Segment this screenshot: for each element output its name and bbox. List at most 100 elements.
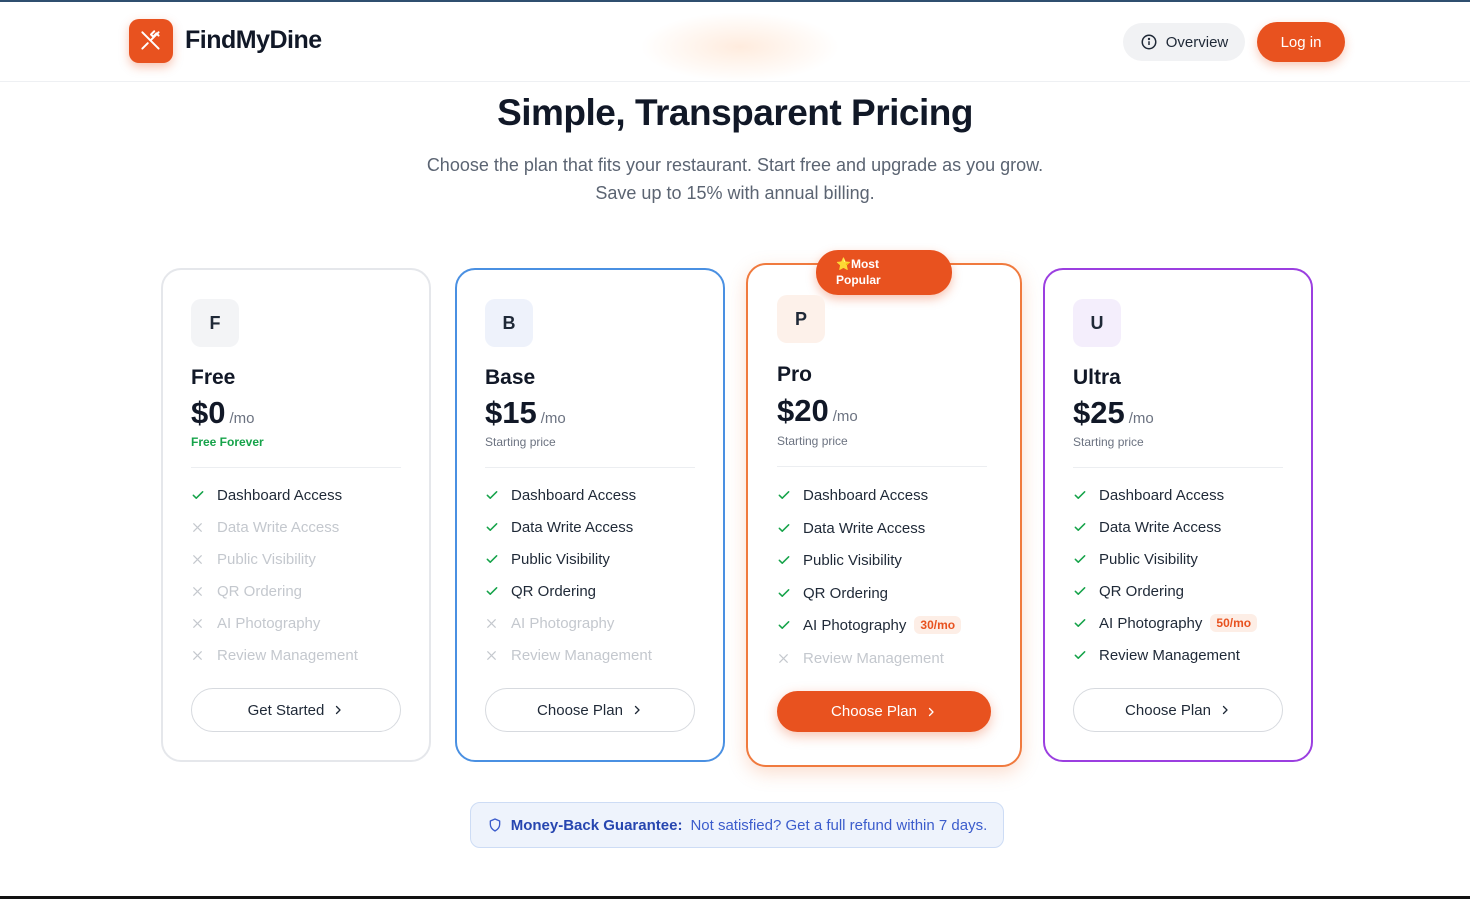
x-icon [485,617,511,630]
check-icon [777,553,803,567]
page-title: Simple, Transparent Pricing [497,92,973,133]
feature-item: QR Ordering [1073,581,1184,601]
choose-plan-button-base[interactable]: Choose Plan [485,688,695,732]
check-icon [777,488,803,502]
price-period: /mo [540,410,566,427]
price-value: $25 [1073,395,1125,430]
chevron-right-icon [1219,704,1231,716]
feature-item: QR Ordering [777,583,888,603]
brand-name[interactable]: FindMyDine [185,26,322,55]
x-icon [191,585,217,598]
feature-item: AI Photography 30/mo [777,615,962,635]
plan-name: Pro [777,363,813,386]
feature-label: Data Write Access [1099,518,1222,536]
subtitle-line-1: Choose the plan that fits your restauran… [426,155,1044,175]
price-value: $20 [777,393,829,428]
check-icon [1073,520,1099,534]
feature-item: Dashboard Access [1073,485,1224,505]
x-icon [191,617,217,630]
feature-label: Data Write Access [217,518,340,536]
check-icon [777,521,803,535]
choose-plan-button-pro[interactable]: Choose Plan [777,691,991,732]
check-icon [485,584,511,598]
page-subtitle: Choose the plan that fits your restauran… [0,151,1470,207]
price-note: Starting price [777,434,848,448]
feature-item: Review Management [191,645,358,665]
check-icon [1073,648,1099,662]
feature-item: Public Visibility [1073,549,1198,569]
plan-divider [485,467,695,468]
get-started-button[interactable]: Get Started [191,688,401,732]
price-value: $15 [485,395,537,430]
plan-name: Ultra [1073,366,1121,389]
feature-item: Public Visibility [777,550,902,570]
feature-item: QR Ordering [191,581,302,601]
price-value: $0 [191,395,226,430]
feature-item: Dashboard Access [191,485,342,505]
feature-label: Review Management [1099,646,1240,664]
price-period: /mo [229,410,255,427]
button-label: Choose Plan [1125,701,1211,719]
feature-item: Public Visibility [485,549,610,569]
plan-divider [191,467,401,468]
price-note: Starting price [485,435,556,449]
check-icon [777,618,803,632]
overview-label: Overview [1165,33,1229,51]
x-icon [191,553,217,566]
plan-divider [777,466,987,467]
feature-label: AI Photography [217,614,321,632]
feature-label: Dashboard Access [511,486,637,504]
check-icon [485,488,511,502]
logo[interactable] [129,19,173,63]
check-icon [777,586,803,600]
plan-letter-icon: B [485,299,533,347]
button-label: Get Started [247,701,325,719]
feature-label: QR Ordering [511,582,597,600]
feature-item: AI Photography [485,613,614,633]
badge-line-2: Popular [836,273,881,287]
check-icon [1073,584,1099,598]
plan-name: Free [191,366,236,389]
feature-label: Data Write Access [511,518,634,536]
feature-label: AI Photography [1099,614,1203,632]
subtitle-line-2: Save up to 15% with annual billing. [595,183,875,203]
x-icon [191,521,217,534]
feature-item: Dashboard Access [485,485,636,505]
price-note: Starting price [1073,435,1144,449]
guarantee-text: Not satisfied? Get a full refund within … [690,816,988,834]
price-period: /mo [1128,410,1154,427]
feature-item: Review Management [777,648,944,668]
header: FindMyDine Overview Log in [0,2,1470,82]
plan-price: $15/mo [485,395,566,431]
feature-quota-badge: 30/mo [914,616,962,634]
feature-label: AI Photography [803,616,907,634]
chevron-right-icon [631,704,643,716]
feature-label: Public Visibility [511,550,610,568]
plan-price: $20/mo [777,393,858,429]
check-icon [191,488,217,502]
x-icon [777,652,803,665]
feature-item: Data Write Access [777,518,925,538]
check-icon [1073,488,1099,502]
star-icon: ⭐ [836,257,851,271]
feature-label: Review Management [803,649,944,667]
feature-quota-badge: 50/mo [1210,614,1258,632]
money-back-guarantee: Money-Back Guarantee: Not satisfied? Get… [470,802,1004,848]
feature-label: Dashboard Access [1099,486,1225,504]
choose-plan-button-ultra[interactable]: Choose Plan [1073,688,1283,732]
feature-label: Public Visibility [803,551,902,569]
plan-price: $25/mo [1073,395,1154,431]
chevron-right-icon [332,704,344,716]
feature-item: Data Write Access [1073,517,1221,537]
feature-item: QR Ordering [485,581,596,601]
login-button[interactable]: Log in [1257,22,1345,62]
plan-letter-icon: U [1073,299,1121,347]
feature-label: QR Ordering [217,582,303,600]
feature-item: Data Write Access [485,517,633,537]
overview-button[interactable]: Overview [1123,23,1245,61]
feature-label: Public Visibility [217,550,316,568]
feature-label: Public Visibility [1099,550,1198,568]
check-icon [485,520,511,534]
guarantee-title: Money-Back Guarantee: [510,816,683,834]
shield-icon [489,818,501,832]
